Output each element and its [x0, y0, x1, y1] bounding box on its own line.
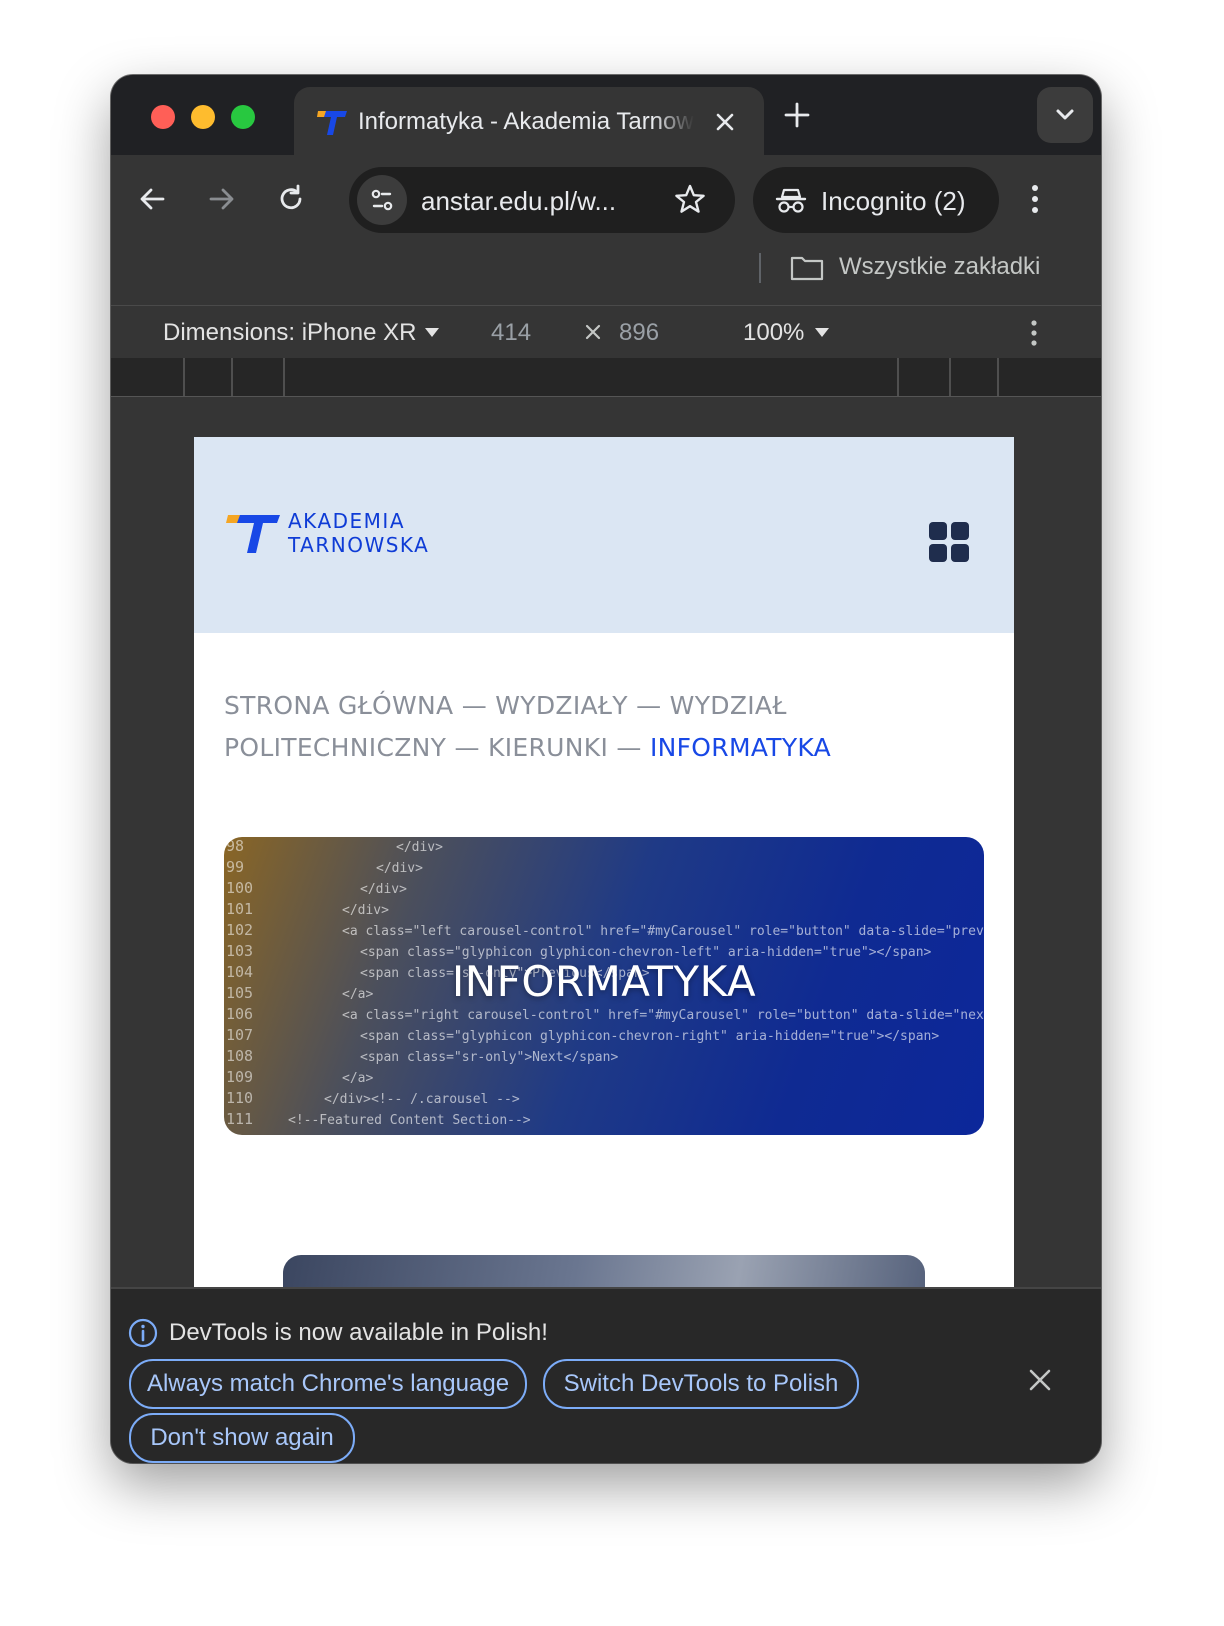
- site-info-button[interactable]: [357, 175, 407, 225]
- tab-title: Informatyka - Akademia Tarnowska: [358, 108, 694, 135]
- minimize-window-button[interactable]: [191, 105, 215, 129]
- bookmarks-separator: [759, 253, 761, 283]
- code-line-number: 111: [226, 1110, 253, 1128]
- emulated-page: AKADEMIA TARNOWSKA STRONA GŁÓWNA — WYDZI…: [194, 437, 1014, 1287]
- forward-arrow-icon[interactable]: [201, 179, 241, 219]
- all-bookmarks-link[interactable]: Wszystkie zakładki: [839, 251, 1040, 283]
- device-toolbar-menu-icon[interactable]: [1019, 316, 1049, 350]
- breadcrumb-faculties[interactable]: WYDZIAŁY: [495, 691, 628, 720]
- dimension-times-icon: [585, 324, 601, 340]
- breadcrumb-programs[interactable]: KIERUNKI: [488, 733, 608, 762]
- ruler-tick: [949, 358, 951, 396]
- device-toolbar: Dimensions: iPhone XR 414 896 100%: [111, 305, 1101, 359]
- code-line: <span class="glyphicon glyphicon-chevron…: [360, 1029, 939, 1044]
- logo-text-line1: AKADEMIA: [288, 509, 405, 533]
- code-line: <!--Featured Content Section-->: [288, 1113, 531, 1128]
- width-input[interactable]: 414: [491, 318, 531, 348]
- url-text[interactable]: anstar.edu.pl/w...: [421, 185, 661, 217]
- tab-strip: Informatyka - Akademia Tarnowska: [111, 75, 1101, 155]
- menu-grid-icon[interactable]: [928, 521, 970, 563]
- site-info-icon: [371, 189, 393, 211]
- logo-mark-icon: [226, 515, 280, 553]
- media-query-ruler[interactable]: [111, 358, 1101, 397]
- breadcrumb-home[interactable]: STRONA GŁÓWNA: [224, 691, 453, 720]
- address-bar[interactable]: anstar.edu.pl/w...: [349, 167, 735, 233]
- active-tab[interactable]: Informatyka - Akademia Tarnowska: [294, 87, 764, 155]
- code-line-number: 110: [226, 1089, 253, 1107]
- code-line-number: 109: [226, 1068, 253, 1086]
- star-icon[interactable]: [671, 181, 709, 219]
- device-dropdown-caret-icon[interactable]: [425, 328, 439, 337]
- zoom-dropdown-caret-icon[interactable]: [815, 328, 829, 337]
- bookmarks-bar: Wszystkie zakładki: [111, 243, 1101, 305]
- reload-icon[interactable]: [271, 179, 311, 219]
- close-icon[interactable]: [1025, 1365, 1055, 1395]
- breadcrumb-separator: —: [454, 733, 480, 762]
- info-icon: [128, 1318, 158, 1348]
- site-favicon-icon: [317, 111, 347, 135]
- browser-window: Informatyka - Akademia Tarnowska anstar.…: [111, 75, 1101, 1463]
- code-line: </div>: [376, 861, 423, 876]
- code-line: </div>: [360, 882, 407, 897]
- incognito-button[interactable]: Incognito (2): [753, 167, 999, 233]
- code-line: <a class="left carousel-control" href="#…: [342, 924, 984, 939]
- site-logo[interactable]: AKADEMIA TARNOWSKA: [226, 509, 466, 559]
- hero-banner: 98 </div> 99 </div> 100 </div> 101 </div> 102 <a …: [224, 837, 984, 1135]
- close-window-button[interactable]: [151, 105, 175, 129]
- zoom-select[interactable]: 100%: [743, 318, 804, 348]
- ruler-tick: [283, 358, 285, 396]
- close-icon[interactable]: [712, 109, 738, 135]
- tab-search-button[interactable]: [1037, 87, 1093, 143]
- incognito-label: Incognito (2): [821, 186, 966, 216]
- switch-devtools-to-polish-button[interactable]: Switch DevTools to Polish: [543, 1359, 859, 1409]
- kebab-menu-icon[interactable]: [1015, 179, 1055, 219]
- code-line-number: 99: [226, 858, 244, 876]
- chevron-down-icon: [1056, 109, 1074, 120]
- back-arrow-icon[interactable]: [133, 179, 173, 219]
- code-line-number: 98: [226, 837, 244, 855]
- breadcrumb-separator: —: [616, 733, 642, 762]
- incognito-icon: [775, 188, 807, 213]
- infobar-message: DevTools is now available in Polish!: [169, 1319, 548, 1346]
- height-input[interactable]: 896: [619, 318, 659, 348]
- logo-text-line2: TARNOWSKA: [288, 533, 430, 557]
- zoom-window-button[interactable]: [231, 105, 255, 129]
- site-header: AKADEMIA TARNOWSKA: [194, 437, 1014, 633]
- hero-title: INFORMATYKA: [451, 957, 757, 1006]
- code-line: </div><!-- /.carousel -->: [324, 1092, 520, 1107]
- code-line-number: 102: [226, 921, 253, 939]
- breadcrumb-separator: —: [461, 691, 488, 720]
- code-line: <span class="sr-only">Next</span>: [360, 1050, 618, 1065]
- code-line: <a class="right carousel-control" href="…: [342, 1008, 984, 1023]
- devtools-infobar: DevTools is now available in Polish! Alw…: [111, 1287, 1101, 1463]
- breadcrumb: STRONA GŁÓWNA — WYDZIAŁY — WYDZIAŁ POLIT…: [224, 685, 964, 769]
- plus-icon[interactable]: [779, 97, 815, 133]
- dont-show-again-button[interactable]: Don't show again: [129, 1413, 355, 1463]
- code-line: </a>: [342, 1071, 373, 1086]
- code-line-number: 100: [226, 879, 253, 897]
- ruler-tick: [997, 358, 999, 396]
- device-viewport-area: AKADEMIA TARNOWSKA STRONA GŁÓWNA — WYDZI…: [111, 397, 1101, 1287]
- always-match-language-button[interactable]: Always match Chrome's language: [129, 1359, 527, 1409]
- code-line-number: 101: [226, 900, 253, 918]
- code-line: </div>: [342, 903, 389, 918]
- ruler-tick: [231, 358, 233, 396]
- folder-icon[interactable]: [789, 253, 825, 283]
- browser-toolbar: anstar.edu.pl/w... Incognito (2): [111, 155, 1101, 243]
- ruler-tick: [897, 358, 899, 396]
- code-line-number: 108: [226, 1047, 253, 1065]
- content-card-image: [283, 1255, 925, 1287]
- ruler-tick: [183, 358, 185, 396]
- breadcrumb-current: INFORMATYKA: [649, 733, 832, 762]
- breadcrumb-separator: —: [636, 691, 662, 720]
- code-line-number: 107: [226, 1026, 253, 1044]
- code-line: </div>: [396, 840, 443, 855]
- device-select[interactable]: Dimensions: iPhone XR: [163, 318, 416, 348]
